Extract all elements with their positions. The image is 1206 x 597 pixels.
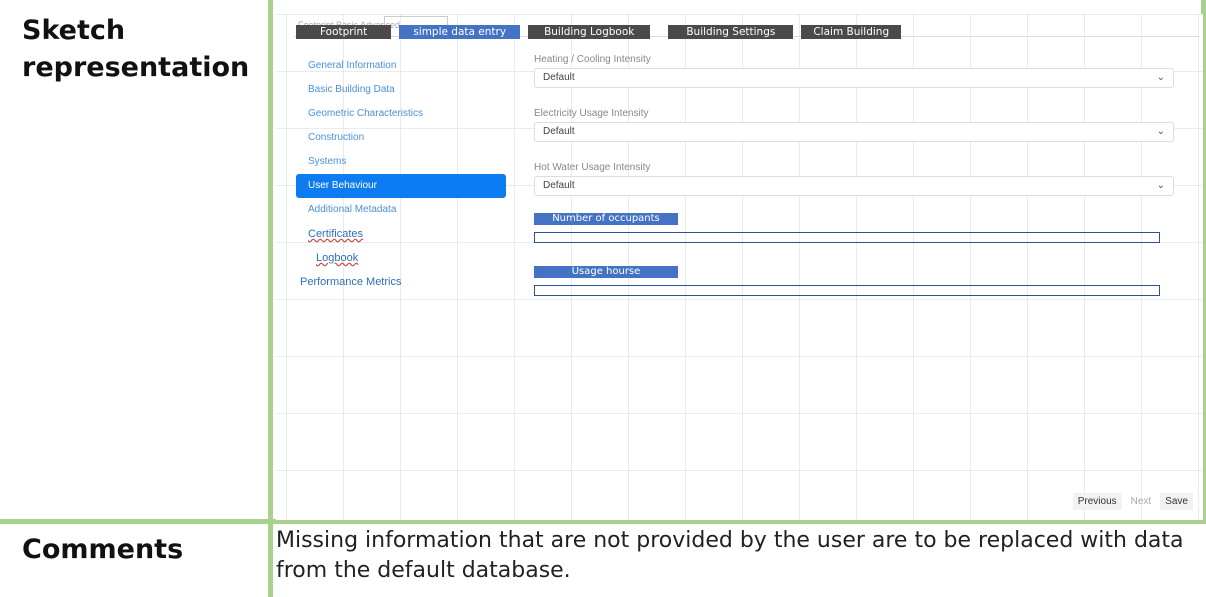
sidebar-nav: General Information Basic Building Data … (296, 54, 506, 294)
nav-performance-metrics[interactable]: Performance Metrics (296, 270, 506, 294)
nav-general-information[interactable]: General Information (296, 54, 506, 78)
hotwater-select-value: Default (543, 180, 575, 191)
tab-simple-data-entry[interactable]: simple data entry (399, 25, 521, 39)
tab-bar: Footprint simple data entry Building Log… (296, 22, 909, 42)
nav-basic-building-data[interactable]: Basic Building Data (296, 78, 506, 102)
tab-footprint[interactable]: Footprint (296, 25, 392, 39)
chevron-down-icon: ⌄ (1156, 72, 1165, 83)
nav-certificates[interactable]: Certificates (296, 222, 506, 246)
chevron-down-icon: ⌄ (1156, 180, 1165, 191)
electricity-select-value: Default (543, 126, 575, 137)
sketch-mockup: Footprint Basic Advanced Footprint simpl… (276, 14, 1203, 520)
chevron-down-icon: ⌄ (1156, 126, 1165, 137)
nav-systems[interactable]: Systems (296, 150, 506, 174)
nav-additional-metadata[interactable]: Additional Metadata (296, 198, 506, 222)
nav-construction[interactable]: Construction (296, 126, 506, 150)
heating-select[interactable]: Default ⌄ (534, 68, 1174, 88)
hotwater-select[interactable]: Default ⌄ (534, 176, 1174, 196)
next-button[interactable]: Next (1126, 493, 1157, 510)
heating-label: Heating / Cooling Intensity (534, 54, 651, 65)
row-label-sketch: Sketch representation (22, 15, 250, 83)
heating-select-value: Default (543, 72, 575, 83)
nav-geometric-characteristics[interactable]: Geometric Characteristics (296, 102, 506, 126)
usage-hours-input[interactable] (534, 285, 1160, 296)
previous-button[interactable]: Previous (1072, 493, 1122, 510)
tab-claim-building[interactable]: Claim Building (801, 25, 902, 39)
tab-building-logbook[interactable]: Building Logbook (528, 25, 651, 39)
comment-text: Missing information that are not provide… (276, 528, 1184, 583)
save-button[interactable]: Save (1160, 493, 1193, 510)
tab-building-settings[interactable]: Building Settings (668, 25, 794, 39)
table-border-left (268, 0, 273, 597)
user-behaviour-form: Heating / Cooling Intensity Default ⌄ El… (534, 52, 1174, 314)
document-table: Sketch representation Comments Footprint… (0, 0, 1206, 597)
occupants-label: Number of occupants (534, 213, 678, 225)
nav-user-behaviour[interactable]: User Behaviour (296, 174, 506, 198)
usage-hours-label: Usage hourse (534, 266, 678, 278)
electricity-select[interactable]: Default ⌄ (534, 122, 1174, 142)
hotwater-label: Hot Water Usage Intensity (534, 162, 651, 173)
occupants-input[interactable] (534, 232, 1160, 243)
row-label-comments: Comments (22, 534, 184, 565)
electricity-label: Electricity Usage Intensity (534, 108, 649, 119)
wizard-footer: Previous Next Save (1072, 493, 1193, 510)
nav-logbook[interactable]: Logbook (296, 246, 506, 270)
